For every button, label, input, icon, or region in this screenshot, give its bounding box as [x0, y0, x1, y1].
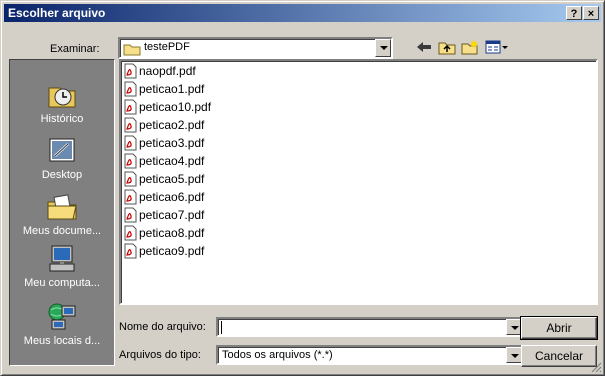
file-item[interactable]: peticao5.pdf	[124, 171, 204, 189]
filename-input[interactable]	[216, 317, 524, 337]
pdf-file-icon	[124, 243, 137, 259]
pdf-file-icon	[124, 117, 137, 133]
title-bar[interactable]: Escolher arquivo ? ×	[4, 4, 601, 22]
place-desktop[interactable]: Desktop	[10, 136, 114, 181]
place-label: Meus locais d...	[23, 335, 101, 347]
place-label: Meu computa...	[24, 277, 100, 289]
view-menu-icon[interactable]	[485, 39, 509, 55]
file-name: peticao8.pdf	[139, 226, 205, 241]
network-places-icon	[48, 303, 76, 330]
open-button[interactable]: Abrir	[520, 316, 598, 340]
place-my-documents[interactable]: Meus docume...	[10, 192, 114, 237]
look-in-dropdown-arrow[interactable]	[375, 39, 391, 57]
help-button[interactable]: ?	[566, 6, 582, 20]
my-documents-icon	[47, 194, 77, 220]
place-label: Meus docume...	[22, 225, 102, 237]
pdf-file-icon	[124, 189, 137, 205]
new-folder-icon[interactable]	[461, 39, 479, 55]
file-item[interactable]: naopdf.pdf	[124, 63, 196, 81]
file-name: peticao1.pdf	[139, 82, 205, 97]
folder-icon	[123, 44, 141, 56]
dialog-title: Escolher arquivo	[8, 6, 106, 20]
pdf-file-icon	[124, 99, 137, 115]
file-name: peticao2.pdf	[139, 118, 205, 133]
pdf-file-icon	[124, 153, 137, 169]
file-name: peticao4.pdf	[139, 154, 205, 169]
text-cursor	[221, 321, 222, 334]
file-item[interactable]: peticao9.pdf	[124, 243, 204, 261]
places-bar: Histórico Desktop Meus docume... Meu com…	[9, 59, 115, 366]
filetype-label: Arquivos do tipo:	[119, 349, 201, 361]
back-arrow-icon[interactable]	[415, 39, 433, 55]
file-name: peticao7.pdf	[139, 208, 205, 223]
look-in-label: Examinar:	[50, 43, 100, 55]
filetype-dropdown[interactable]: Todos os arquivos (*.*)	[216, 345, 524, 365]
filetype-value: Todos os arquivos (*.*)	[222, 349, 333, 361]
file-item[interactable]: peticao7.pdf	[124, 207, 204, 225]
file-item[interactable]: peticao10.pdf	[124, 99, 211, 117]
place-history[interactable]: Histórico	[10, 80, 114, 125]
file-item[interactable]: peticao1.pdf	[124, 81, 204, 99]
open-file-dialog: Escolher arquivo ? × Examinar: testePDF	[0, 0, 605, 376]
place-label: Histórico	[40, 113, 84, 125]
pdf-file-icon	[124, 135, 137, 151]
close-button[interactable]: ×	[583, 6, 599, 20]
pdf-file-icon	[124, 225, 137, 241]
place-label: Desktop	[41, 169, 83, 181]
file-item[interactable]: peticao2.pdf	[124, 117, 204, 135]
pdf-file-icon	[124, 81, 137, 97]
file-name: peticao6.pdf	[139, 190, 205, 205]
filetype-dropdown-arrow[interactable]	[506, 347, 522, 363]
look-in-dropdown[interactable]: testePDF	[118, 37, 393, 59]
file-item[interactable]: peticao8.pdf	[124, 225, 204, 243]
my-computer-icon	[49, 245, 75, 272]
filename-dropdown-arrow[interactable]	[506, 319, 522, 335]
up-folder-icon[interactable]	[438, 39, 456, 55]
file-item[interactable]: peticao4.pdf	[124, 153, 204, 171]
file-name: naopdf.pdf	[139, 64, 196, 79]
file-item[interactable]: peticao6.pdf	[124, 189, 204, 207]
place-my-computer[interactable]: Meu computa...	[10, 244, 114, 289]
file-name: peticao10.pdf	[139, 100, 212, 115]
desktop-icon	[49, 138, 75, 162]
resize-grip-icon[interactable]	[590, 361, 602, 373]
look-in-value: testePDF	[144, 41, 190, 53]
place-network[interactable]: Meus locais d...	[10, 302, 114, 347]
history-icon	[48, 87, 76, 108]
filename-label: Nome do arquivo:	[119, 321, 206, 333]
pdf-file-icon	[124, 63, 137, 79]
pdf-file-icon	[124, 207, 137, 223]
file-name: peticao3.pdf	[139, 136, 205, 151]
file-name: peticao5.pdf	[139, 172, 205, 187]
cancel-button[interactable]: Cancelar	[521, 345, 597, 367]
pdf-file-icon	[124, 171, 137, 187]
file-list[interactable]: naopdf.pdf peticao1.pdf peticao10.pdf pe…	[119, 59, 598, 305]
file-item[interactable]: peticao3.pdf	[124, 135, 204, 153]
file-name: peticao9.pdf	[139, 244, 205, 259]
